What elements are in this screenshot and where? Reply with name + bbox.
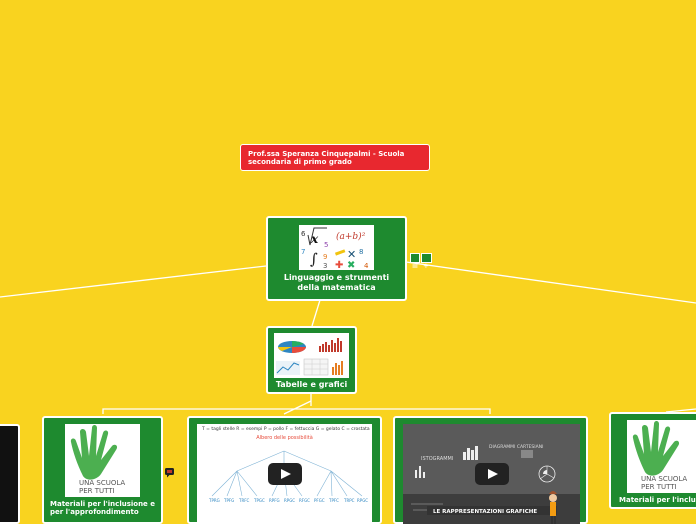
link-bracket [102,408,491,414]
mind-map-canvas[interactable]: Prof.ssa Speranza Cinquepalmi - Scuola s… [0,0,696,524]
svg-text:∫: ∫ [310,250,318,268]
scuola-per-tutti-logo-right: UNA SCUOLA PER TUTTI [627,420,696,493]
svg-text:8: 8 [359,248,363,256]
play-icon[interactable] [267,463,302,485]
svg-text:TPGC: TPGC [253,498,265,503]
tree-legend: T = tagli stelle R = esempi P = pollo F … [202,427,370,432]
logo-line2: PER TUTTI [79,487,115,495]
inclusion-right-label: Materiali per l'inclusi [619,496,696,504]
logo-line1: UNA SCUOLA [79,479,125,487]
subtopic-tables-charts[interactable]: Tabelle e grafici [266,326,357,394]
graphs-caption: LE RAPPRESENTAZIONI GRAFICHE [433,509,537,515]
svg-text:RFGC: RFGC [299,498,310,503]
svg-text:TRPC: TRPC [343,498,355,503]
video-node-graphs[interactable]: ISTOGRAMMI DIAGRAMMI CARTESIANI LE RAPPR… [393,416,588,524]
svg-text:PFGC: PFGC [314,498,325,503]
link-central-sub [311,299,321,327]
scuola-per-tutti-logo: UNA SCUOLA PER TUTTI [65,424,140,497]
subtopic-label: Tabelle e grafici [275,380,348,389]
video-thumbnail-tree[interactable]: T = tagli stelle R = esempi P = pollo F … [197,424,372,524]
svg-text:RPGC: RPGC [357,498,368,503]
svg-text:4: 4 [364,262,369,270]
math-symbols-image: 6 x (a+b)² 7 ∫ 5 9 3 ✕ 8 ✚ ✖ 4 [299,225,374,270]
link-right [405,261,696,304]
graphs-word-1: ISTOGRAMMI [421,456,453,462]
add-icon[interactable]: + [421,253,432,270]
svg-text:✚: ✚ [335,260,343,270]
logo-line1-right: UNA SCUOLA [641,475,687,483]
author-note[interactable]: Prof.ssa Speranza Cinquepalmi - Scuola s… [240,144,430,171]
svg-text:+: + [423,262,429,269]
svg-text:5: 5 [324,241,328,249]
link-left [0,265,267,298]
play-icon[interactable] [474,463,509,485]
svg-text:TPFC: TPFC [328,498,339,503]
svg-text:3: 3 [323,262,327,270]
charts-image [274,333,349,378]
video-thumbnail-graphs[interactable]: ISTOGRAMMI DIAGRAMMI CARTESIANI LE RAPPR… [403,424,580,524]
svg-text:✖: ✖ [347,260,355,270]
svg-text:TRFC: TRFC [238,498,250,503]
svg-text:TPFG: TPFG [223,498,234,503]
central-topic-label: Linguaggio e strumenti della matematica [283,273,390,292]
inclusion-label: Materiali per l'inclusione e per l'appro… [50,500,155,516]
graphs-word-2: DIAGRAMMI CARTESIANI [489,444,543,450]
svg-text:RPGC: RPGC [284,498,295,503]
logo-line2-right: PER TUTTI [641,483,677,491]
math-formula: (a+b)² [336,231,366,242]
svg-text:RPFG: RPFG [269,498,280,503]
inclusion-node-right[interactable]: UNA SCUOLA PER TUTTI Materiali per l'inc… [609,412,696,509]
notes-icon[interactable] [410,253,420,268]
partial-node-left[interactable] [0,424,20,524]
svg-text:6: 6 [301,230,306,238]
inclusion-node[interactable]: UNA SCUOLA PER TUTTI Materiali per l'inc… [42,416,163,524]
central-topic[interactable]: 6 x (a+b)² 7 ∫ 5 9 3 ✕ 8 ✚ ✖ 4 Linguaggi… [266,216,407,301]
svg-text:TPRG: TPRG [208,498,220,503]
author-text: Prof.ssa Speranza Cinquepalmi - Scuola s… [248,150,405,166]
svg-text:7: 7 [301,248,305,256]
comment-icon[interactable] [164,463,175,478]
svg-text:9: 9 [323,253,327,261]
video-node-tree[interactable]: T = tagli stelle R = esempi P = pollo F … [187,416,382,524]
tree-title: Albero delle possibilità [256,435,313,441]
